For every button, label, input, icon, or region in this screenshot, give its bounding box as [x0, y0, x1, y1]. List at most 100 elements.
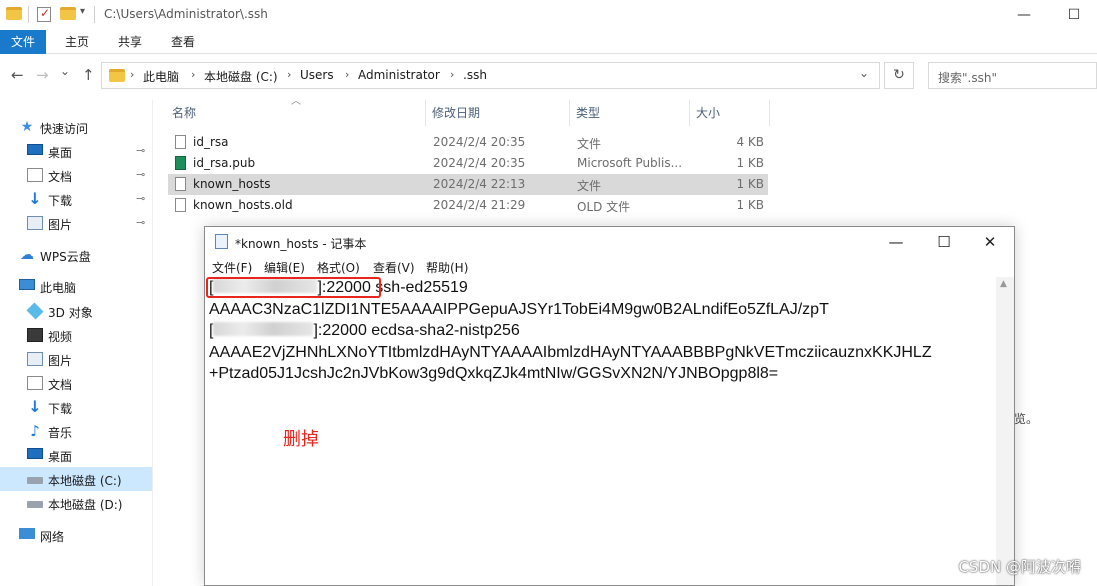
breadcrumb-ssh[interactable]: .ssh	[463, 68, 487, 82]
file-size: 1 KB	[736, 198, 764, 212]
sidebar-item-wps-cloud[interactable]: ☁ WPS云盘	[0, 243, 152, 267]
tab-home[interactable]: 主页	[54, 30, 100, 54]
sidebar-item-label: 视频	[48, 330, 73, 344]
sidebar-item-label: 下载	[48, 194, 73, 208]
file-type: Microsoft Publis...	[577, 156, 683, 170]
sidebar-item-quick-access[interactable]: ★ 快速访问	[0, 115, 152, 139]
sidebar-item-label: 本地磁盘 (C:)	[48, 474, 122, 488]
file-size: 4 KB	[736, 135, 764, 149]
pictures-icon	[27, 352, 43, 366]
refresh-button[interactable]: ↻	[884, 62, 914, 89]
notepad-icon	[215, 234, 228, 249]
chevron-right-icon: ›	[287, 68, 292, 81]
column-header-name[interactable]: 名称	[166, 100, 426, 126]
tab-share[interactable]: 共享	[107, 30, 153, 54]
window-title: C:\Users\Administrator\.ssh	[104, 7, 268, 21]
sidebar-item-label: 音乐	[48, 426, 73, 440]
menu-view[interactable]: 查看(V)	[373, 259, 415, 276]
menu-format[interactable]: 格式(O)	[317, 259, 360, 276]
drive-icon	[27, 477, 43, 484]
back-arrow-icon[interactable]: ←	[11, 66, 24, 84]
desktop-icon	[27, 448, 43, 459]
notepad-title-bar: *known_hosts - 记事本 — ☐ ✕	[205, 227, 1014, 257]
sidebar-item-network[interactable]: 网络	[0, 523, 152, 547]
sidebar-item-label: 此电脑	[40, 281, 77, 295]
notepad-minimize-button[interactable]: —	[873, 229, 919, 255]
menu-help[interactable]: 帮助(H)	[426, 259, 468, 276]
redacted-ip	[213, 322, 314, 336]
file-size: 1 KB	[736, 177, 764, 191]
file-row[interactable]: known_hosts.old 2024/2/4 21:29 OLD 文件 1 …	[168, 195, 768, 216]
maximize-button[interactable]: ☐	[1051, 2, 1097, 28]
explorer-title-bar: ▾ C:\Users\Administrator\.ssh — ☐	[0, 0, 1097, 30]
chevron-right-icon: ›	[130, 68, 135, 81]
tab-view[interactable]: 查看	[160, 30, 206, 54]
search-input[interactable]: 搜索".ssh"	[928, 62, 1097, 89]
recent-locations-icon[interactable]: ⌄	[60, 64, 70, 78]
address-bar[interactable]: › 此电脑 › 本地磁盘 (C:) › Users › Administrato…	[101, 62, 880, 89]
file-date: 2024/2/4 21:29	[433, 198, 526, 212]
folder-icon	[6, 7, 22, 20]
breadcrumb-this-pc[interactable]: 此电脑	[143, 68, 179, 85]
file-type: 文件	[577, 137, 602, 151]
column-header-size[interactable]: 大小	[690, 100, 770, 126]
new-folder-icon[interactable]	[60, 7, 76, 20]
menu-file[interactable]: 文件(F)	[212, 259, 252, 276]
file-date: 2024/2/4 20:35	[433, 135, 526, 149]
publisher-file-icon	[175, 156, 186, 170]
music-icon: ♪	[30, 422, 40, 440]
forward-arrow-icon[interactable]: →	[36, 66, 49, 84]
properties-icon[interactable]	[37, 6, 51, 22]
navigation-pane: ★ 快速访问 桌面 ⊸ 文档 ⊸ ↓ 下载 ⊸ 图片 ⊸ ☁ WPS云盘 此电脑…	[0, 100, 153, 586]
breadcrumb-users[interactable]: Users	[300, 68, 334, 82]
column-header-date[interactable]: 修改日期	[426, 100, 570, 126]
chevron-right-icon: ›	[345, 68, 350, 81]
breadcrumb-administrator[interactable]: Administrator	[358, 68, 440, 82]
sidebar-item-label: 图片	[48, 354, 73, 368]
file-row-selected[interactable]: known_hosts 2024/2/4 22:13 文件 1 KB	[168, 174, 768, 195]
sidebar-item-desktop[interactable]: 桌面 ⊸	[0, 139, 152, 163]
file-name: known_hosts	[193, 177, 271, 191]
computer-icon	[19, 279, 35, 290]
3d-objects-icon	[26, 302, 44, 320]
notepad-close-button[interactable]: ✕	[967, 229, 1013, 255]
ribbon-tabs: 文件 主页 共享 查看	[0, 30, 1097, 54]
sidebar-item-this-pc[interactable]: 此电脑	[0, 274, 152, 298]
menu-edit[interactable]: 编辑(E)	[264, 259, 305, 276]
file-name: known_hosts.old	[193, 198, 293, 212]
breadcrumb-drive-c[interactable]: 本地磁盘 (C:)	[204, 68, 278, 85]
sidebar-item-label: 网络	[40, 530, 65, 544]
notepad-text-area[interactable]: []:22000 ssh-ed25519 AAAAC3NzaC1lZDI1NTE…	[209, 277, 994, 585]
sidebar-item-label: 桌面	[48, 450, 73, 464]
notepad-maximize-button[interactable]: ☐	[921, 229, 967, 255]
sidebar-item-pictures[interactable]: 图片 ⊸	[0, 211, 152, 235]
sidebar-item-drive-d[interactable]: 本地磁盘 (D:)	[0, 491, 152, 515]
column-header-type[interactable]: 类型	[570, 100, 690, 126]
sidebar-item-3d-objects[interactable]: 3D 对象	[0, 299, 152, 323]
sidebar-item-drive-c[interactable]: 本地磁盘 (C:)	[0, 467, 152, 491]
vertical-scrollbar[interactable]: ▲	[996, 277, 1014, 585]
minimize-button[interactable]: —	[1001, 2, 1047, 28]
address-dropdown-icon[interactable]: ⌄	[859, 66, 869, 80]
file-row[interactable]: id_rsa 2024/2/4 20:35 文件 4 KB	[168, 132, 768, 153]
sidebar-item-downloads[interactable]: ↓ 下载	[0, 395, 152, 419]
file-type: 文件	[577, 179, 602, 193]
sidebar-item-pictures[interactable]: 图片	[0, 347, 152, 371]
sidebar-item-downloads[interactable]: ↓ 下载 ⊸	[0, 187, 152, 211]
sidebar-item-documents[interactable]: 文档	[0, 371, 152, 395]
quick-access-dropdown-icon[interactable]: ▾	[80, 6, 85, 17]
sidebar-item-videos[interactable]: 视频	[0, 323, 152, 347]
file-row[interactable]: id_rsa.pub 2024/2/4 20:35 Microsoft Publ…	[168, 153, 768, 174]
file-list-header: 名称 修改日期 类型 大小	[166, 100, 876, 126]
up-arrow-icon[interactable]: ↑	[82, 66, 95, 84]
watermark: CSDN @阿波次嘚	[958, 558, 1081, 576]
cloud-icon: ☁	[20, 247, 34, 263]
sidebar-item-documents[interactable]: 文档 ⊸	[0, 163, 152, 187]
file-type: OLD 文件	[577, 200, 631, 214]
scroll-up-icon[interactable]: ▲	[1000, 279, 1007, 289]
sidebar-item-label: 快速访问	[40, 122, 89, 136]
notepad-menu-bar: 文件(F) 编辑(E) 格式(O) 查看(V) 帮助(H)	[205, 257, 1014, 277]
sidebar-item-desktop[interactable]: 桌面	[0, 443, 152, 467]
sidebar-item-music[interactable]: ♪ 音乐	[0, 419, 152, 443]
tab-file[interactable]: 文件	[0, 30, 46, 54]
